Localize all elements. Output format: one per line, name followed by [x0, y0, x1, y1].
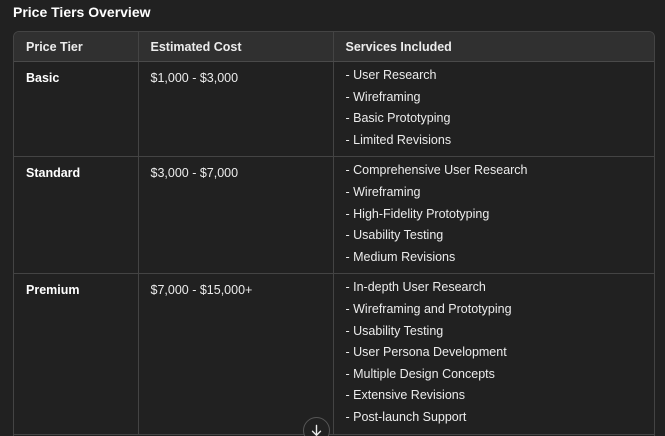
- tier-services: - In-depth User Research - Wireframing a…: [333, 273, 654, 435]
- service-item: - Wireframing: [345, 184, 421, 199]
- service-item: - Basic Prototyping: [345, 111, 451, 126]
- service-item: - User Research: [345, 68, 437, 82]
- arrow-down-icon: [311, 424, 322, 436]
- service-item: - Comprehensive User Research: [345, 163, 528, 178]
- service-item: - High-Fidelity Prototyping: [345, 206, 490, 221]
- service-item: - Medium Revisions: [345, 249, 456, 264]
- tier-cost: $1,000 - $3,000: [138, 61, 334, 158]
- tier-cost: $3,000 - $7,000: [138, 156, 334, 275]
- page: Price Tiers Overview Price Tier Estimate…: [0, 0, 665, 436]
- service-item: - Limited Revisions: [345, 132, 452, 147]
- header-services-included: Services Included: [333, 32, 654, 62]
- section-title: Price Tiers Overview: [13, 4, 151, 20]
- service-item: - In-depth User Research: [345, 280, 486, 295]
- table-header-row: Price Tier Estimated Cost Services Inclu…: [14, 32, 654, 62]
- tier-cost: $7,000 - $15,000+: [138, 273, 334, 435]
- table-header: Price Tier Estimated Cost Services Inclu…: [14, 32, 654, 62]
- service-item: - User Persona Development: [345, 345, 507, 360]
- header-price-tier: Price Tier: [14, 32, 139, 62]
- service-item: - Wireframing and Prototyping: [345, 301, 512, 316]
- tier-services: - User Research - Wireframing - Basic Pr…: [333, 61, 654, 158]
- tier-name: Standard: [14, 156, 139, 275]
- service-item: - Multiple Design Concepts: [345, 366, 495, 381]
- service-item: - Usability Testing: [345, 228, 444, 243]
- service-item: - Extensive Revisions: [345, 388, 466, 403]
- price-tiers-table: Price Tier Estimated Cost Services Inclu…: [14, 32, 654, 435]
- tier-name: Basic: [14, 61, 139, 158]
- table-row-standard: Standard $3,000 - $7,000 - Comprehensive…: [14, 156, 654, 275]
- service-item: - Wireframing: [345, 89, 421, 104]
- service-item: - Usability Testing: [345, 323, 444, 338]
- table-body: Basic $1,000 - $3,000 - User Research - …: [14, 61, 654, 435]
- table-row-basic: Basic $1,000 - $3,000 - User Research - …: [14, 61, 654, 158]
- service-item: - Post-launch Support: [345, 409, 467, 424]
- header-estimated-cost: Estimated Cost: [138, 32, 334, 62]
- tier-services: - Comprehensive User Research - Wirefram…: [333, 156, 654, 275]
- tier-name: Premium: [14, 273, 139, 435]
- table-row-premium: Premium $7,000 - $15,000+ - In-depth Use…: [14, 273, 654, 435]
- price-tiers-table-container: Price Tier Estimated Cost Services Inclu…: [13, 31, 655, 436]
